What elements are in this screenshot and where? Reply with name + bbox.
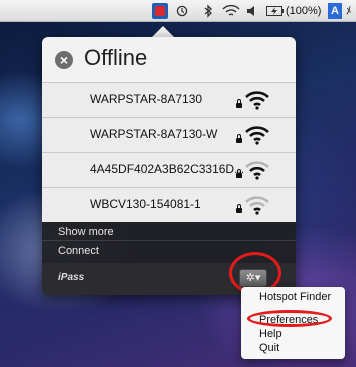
wifi-signal-icon [245,196,269,215]
wifi-signal-icon [245,91,269,110]
input-source-icon[interactable]: A [328,3,342,19]
show-more-link[interactable]: Show more [58,226,114,238]
wifi-signal-icon [245,126,269,145]
menu-extra-trailing[interactable]: ﾒ [346,0,352,22]
connection-status: Offline [84,45,148,70]
bluetooth-icon[interactable] [204,4,212,18]
network-name: WARPSTAR-8A7130-W [90,127,218,141]
network-row[interactable]: WARPSTAR-8A7130 [42,82,296,117]
ipass-menu-extra-icon[interactable] [152,3,168,19]
action-divider [42,240,296,241]
connect-link[interactable]: Connect [58,245,99,257]
volume-icon[interactable] [246,5,258,17]
battery-icon[interactable] [266,6,284,16]
network-row[interactable]: WBCV130-154081-1 [42,187,296,222]
lock-icon [236,204,242,213]
lock-icon [236,134,242,143]
menu-item-quit[interactable]: Quit [259,342,279,354]
preferences-highlight-annotation [247,310,332,327]
network-name: WARPSTAR-8A7130 [90,92,203,106]
network-name: 4A45DF402A3B62C3316D... [90,162,245,176]
wifi-signal-icon [245,161,269,180]
menu-item-hotspot-finder[interactable]: Hotspot Finder [259,291,331,303]
offline-status-icon: × [55,51,73,69]
menu-item-help[interactable]: Help [259,328,282,340]
ipass-logo: iPass [58,272,85,283]
lock-icon [236,99,242,108]
network-row[interactable]: WARPSTAR-8A7130-W [42,117,296,152]
wifi-status-icon[interactable] [222,4,240,18]
network-row[interactable]: 4A45DF402A3B62C3316D... [42,152,296,187]
menu-bar: (100%) A ﾒ [0,0,356,22]
battery-percentage: (100%) [286,5,322,17]
popover-arrow [152,26,174,37]
lock-icon [236,169,242,178]
network-name: WBCV130-154081-1 [90,197,201,211]
status-header: × Offline [42,37,296,82]
time-machine-icon[interactable] [176,5,188,17]
